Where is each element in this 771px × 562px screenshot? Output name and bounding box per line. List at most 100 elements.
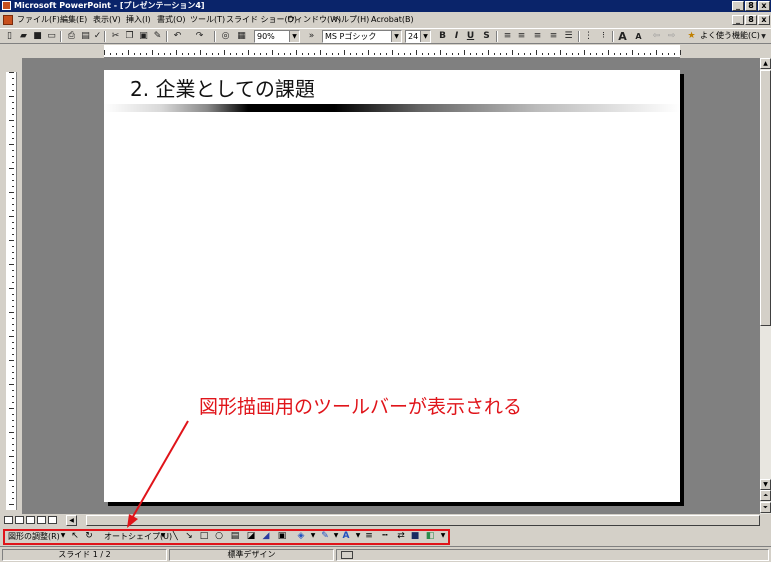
promote-icon[interactable]: ⇦ bbox=[651, 31, 662, 42]
open-folder-icon[interactable]: ▰ bbox=[18, 31, 29, 42]
print-preview-icon[interactable]: ▤ bbox=[80, 31, 91, 42]
underline-button[interactable]: U bbox=[465, 31, 476, 42]
ruler-tick bbox=[482, 53, 483, 55]
distribute-icon[interactable]: ☰ bbox=[563, 31, 574, 42]
paste-icon[interactable]: ▣ bbox=[138, 31, 149, 42]
ruler-tick bbox=[12, 228, 14, 229]
scroll-down-icon[interactable]: ▼ bbox=[760, 479, 771, 490]
increase-font-button[interactable]: A bbox=[617, 31, 628, 42]
doc-minimize-button[interactable]: _ bbox=[732, 15, 744, 25]
ruler-tick bbox=[422, 53, 423, 55]
menu-view[interactable]: 表示(V) bbox=[93, 14, 121, 26]
ruler-tick bbox=[12, 492, 14, 493]
scroll-up-icon[interactable]: ▲ bbox=[760, 58, 771, 69]
chevron-down-icon[interactable]: ▼ bbox=[758, 31, 769, 42]
previous-slide-icon[interactable]: ⏶ bbox=[760, 490, 771, 501]
copy-icon[interactable]: ❐ bbox=[124, 31, 135, 42]
star-icon[interactable]: ★ bbox=[686, 31, 697, 42]
slide-sorter-view-icon[interactable] bbox=[37, 516, 46, 524]
ruler-tick bbox=[12, 294, 14, 295]
justify-icon[interactable]: ≡ bbox=[548, 31, 559, 42]
ruler-tick bbox=[218, 53, 219, 55]
minimize-button[interactable]: _ bbox=[732, 1, 744, 11]
italic-button[interactable]: I bbox=[451, 31, 462, 42]
menu-tools[interactable]: ツール(T) bbox=[190, 14, 225, 26]
bullets-icon[interactable]: ⁝ bbox=[598, 31, 609, 42]
slide-view-icon[interactable] bbox=[26, 516, 35, 524]
slide-canvas[interactable]: 2. 企業としての課題 bbox=[104, 70, 680, 502]
toolbar-separator bbox=[104, 31, 106, 42]
undo-icon[interactable]: ↶ bbox=[172, 31, 183, 42]
horizontal-scrollbar[interactable] bbox=[86, 515, 760, 526]
align-right-icon[interactable]: ≡ bbox=[532, 31, 543, 42]
ruler-tick bbox=[416, 50, 417, 55]
ruler-tick bbox=[116, 53, 117, 55]
ruler-tick bbox=[650, 53, 651, 55]
demote-icon[interactable]: ⇨ bbox=[666, 31, 677, 42]
spelling-icon[interactable]: ✓ bbox=[92, 31, 103, 42]
ruler-tick bbox=[464, 50, 465, 55]
ruler-tick bbox=[12, 420, 14, 421]
ruler-tick bbox=[524, 53, 525, 55]
decrease-font-button[interactable]: A bbox=[633, 31, 644, 42]
insert-table-icon[interactable]: ▦ bbox=[236, 31, 247, 42]
menu-file[interactable]: ファイル(F) bbox=[17, 14, 60, 26]
redo-icon[interactable]: ↷ bbox=[194, 31, 205, 42]
slideshow-view-icon[interactable] bbox=[48, 516, 57, 524]
toolbar-options-icon[interactable]: » bbox=[306, 31, 317, 42]
powerpoint-app-icon[interactable] bbox=[2, 1, 11, 10]
font-select[interactable]: MS Pゴシック ▼ bbox=[322, 30, 402, 43]
format-painter-icon[interactable]: ✎ bbox=[152, 31, 163, 42]
font-size-select[interactable]: 24 ▼ bbox=[405, 30, 431, 43]
toolbar-separator bbox=[214, 31, 216, 42]
shadow-button[interactable]: S bbox=[481, 31, 492, 42]
title-gradient-line bbox=[104, 104, 680, 112]
hyperlink-icon[interactable]: ◎ bbox=[220, 31, 231, 42]
ruler-tick bbox=[9, 216, 14, 217]
ruler-tick bbox=[314, 53, 315, 55]
horizontal-ruler[interactable] bbox=[104, 45, 681, 58]
scroll-thumb[interactable] bbox=[760, 70, 771, 326]
ruler-tick bbox=[212, 53, 213, 55]
frequent-functions-button[interactable]: よく使う機能(C) bbox=[700, 30, 760, 42]
align-left-icon[interactable]: ≡ bbox=[502, 31, 513, 42]
ruler-tick bbox=[260, 53, 261, 55]
email-icon[interactable]: ▭ bbox=[46, 31, 57, 42]
ruler-tick bbox=[9, 192, 14, 193]
doc-restore-button[interactable]: 8 bbox=[745, 15, 757, 25]
document-icon[interactable] bbox=[3, 15, 13, 25]
vertical-scrollbar[interactable]: ▲ ▼ ⏶ ⏷ bbox=[760, 58, 771, 514]
ruler-tick bbox=[12, 402, 14, 403]
save-icon[interactable]: ■ bbox=[32, 31, 43, 42]
scroll-left-icon[interactable]: ◀ bbox=[66, 515, 77, 526]
design-template-name[interactable]: 標準デザイン bbox=[169, 549, 334, 561]
bold-button[interactable]: B bbox=[437, 31, 448, 42]
slide-title[interactable]: 2. 企業としての課題 bbox=[130, 77, 315, 101]
ruler-tick bbox=[9, 336, 14, 337]
maximize-button[interactable]: 8 bbox=[745, 1, 757, 11]
doc-close-button[interactable]: x bbox=[758, 15, 770, 25]
menu-edit[interactable]: 編集(E) bbox=[60, 14, 87, 26]
menu-acrobat[interactable]: Acrobat(B) bbox=[371, 14, 414, 26]
ruler-tick bbox=[332, 53, 333, 55]
ruler-tick bbox=[9, 408, 14, 409]
zoom-select[interactable]: 90% ▼ bbox=[254, 30, 300, 43]
normal-view-icon[interactable] bbox=[4, 516, 13, 524]
chevron-down-icon[interactable]: ▼ bbox=[289, 31, 299, 42]
align-center-icon[interactable]: ≡ bbox=[516, 31, 527, 42]
menu-insert[interactable]: 挿入(I) bbox=[126, 14, 151, 26]
new-file-icon[interactable]: ▯ bbox=[4, 31, 15, 42]
menu-format[interactable]: 書式(O) bbox=[157, 14, 186, 26]
outline-view-icon[interactable] bbox=[15, 516, 24, 524]
menu-help[interactable]: ヘルプ(H) bbox=[333, 14, 369, 26]
print-icon[interactable]: ⎙ bbox=[66, 31, 77, 42]
chevron-down-icon[interactable]: ▼ bbox=[420, 31, 430, 42]
ruler-tick bbox=[12, 174, 14, 175]
scroll-thumb[interactable] bbox=[86, 515, 760, 526]
cut-icon[interactable]: ✂ bbox=[110, 31, 121, 42]
numbering-icon[interactable]: ⋮ bbox=[583, 31, 594, 42]
next-slide-icon[interactable]: ⏷ bbox=[760, 502, 771, 513]
vertical-ruler[interactable] bbox=[6, 72, 17, 510]
close-button[interactable]: x bbox=[758, 1, 770, 11]
chevron-down-icon[interactable]: ▼ bbox=[391, 31, 401, 42]
